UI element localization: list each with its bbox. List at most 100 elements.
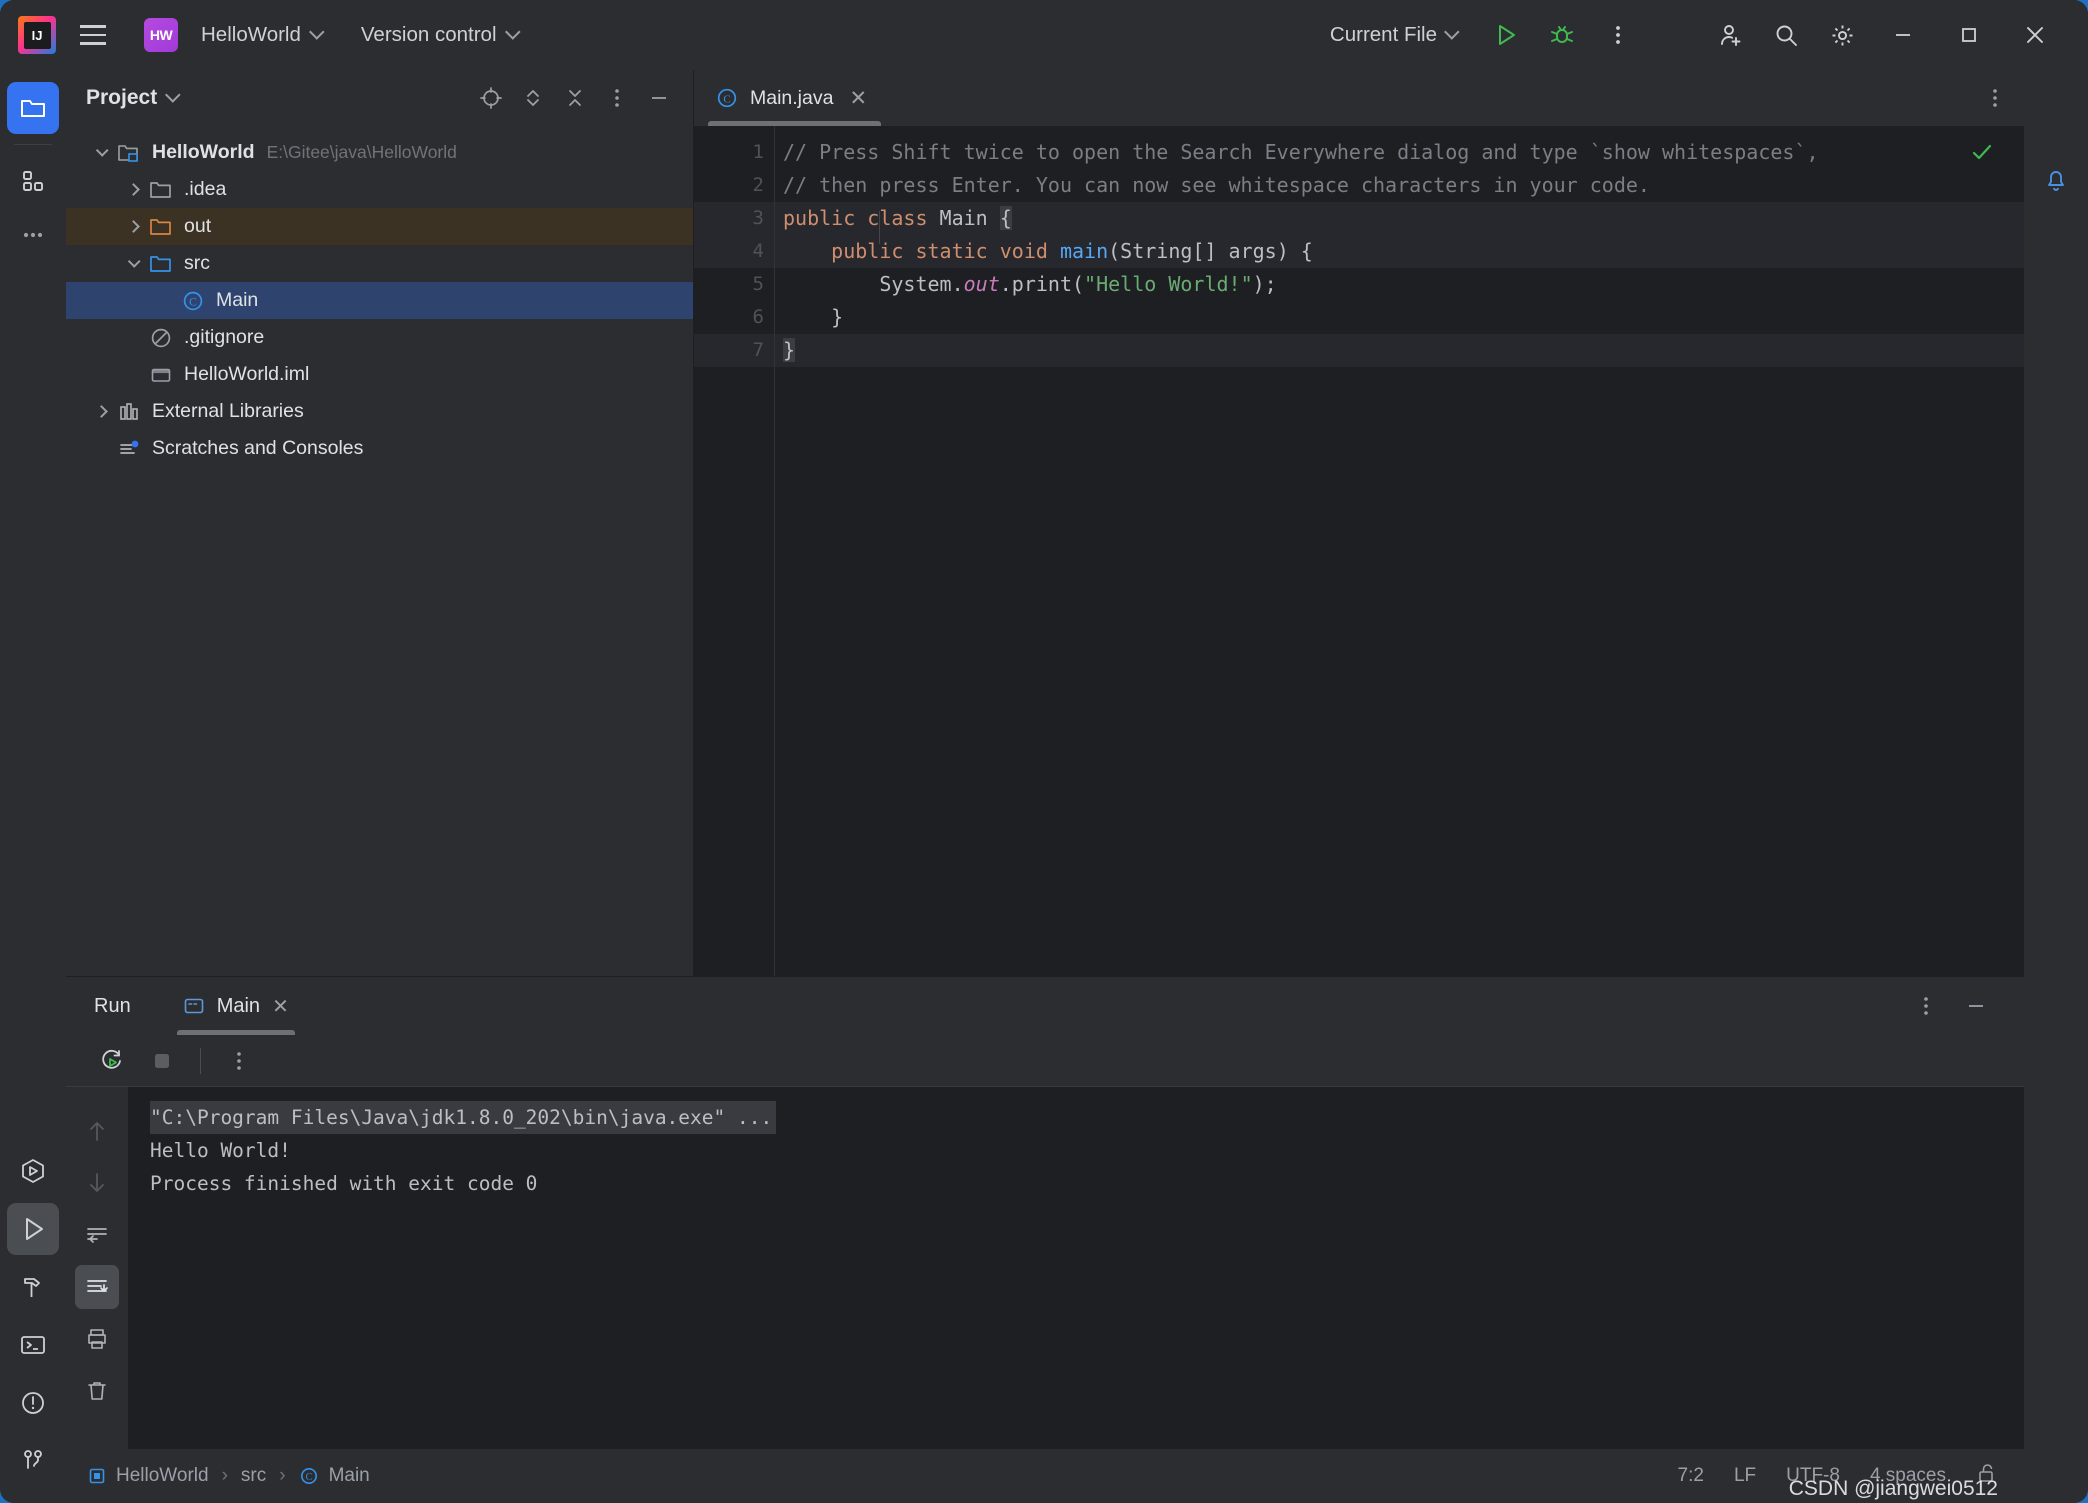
sidebar-item-build[interactable] <box>7 1261 59 1313</box>
breadcrumb-item-src[interactable]: src <box>241 1465 266 1487</box>
run-configuration-selector[interactable]: Current File <box>1318 17 1470 53</box>
page-title: Project <box>86 86 158 109</box>
code-token: .print( <box>999 272 1085 296</box>
project-options-button[interactable] <box>597 78 637 118</box>
chevron-right-icon[interactable] <box>120 183 146 196</box>
chevron-right-icon[interactable] <box>88 405 114 418</box>
run-button[interactable] <box>1480 12 1532 58</box>
gear-icon[interactable] <box>1816 12 1868 58</box>
editor-options-button[interactable] <box>1984 70 2024 126</box>
tab-main-java[interactable]: C Main.java ✕ <box>694 70 889 126</box>
console-output[interactable]: "C:\Program Files\Java\jdk1.8.0_202\bin\… <box>128 1087 2024 1449</box>
tree-item-src[interactable]: src <box>66 245 693 282</box>
add-user-icon[interactable] <box>1704 12 1756 58</box>
scroll-down-button[interactable] <box>75 1161 119 1205</box>
tree-item-external-libraries[interactable]: External Libraries <box>66 393 693 430</box>
breadcrumb-separator: › <box>221 1465 228 1486</box>
svg-text:C: C <box>723 94 730 106</box>
code-line[interactable]: System.out.print("Hello World!"); <box>775 268 2024 301</box>
run-more-options-button[interactable] <box>217 1039 261 1083</box>
tree-item-helloworld[interactable]: HelloWorld E:\Gitee\java\HelloWorld <box>66 134 693 171</box>
search-icon[interactable] <box>1760 12 1812 58</box>
sidebar-item-run[interactable] <box>7 1203 59 1255</box>
encoding[interactable]: UTF-8 <box>1786 1465 1840 1487</box>
soft-wrap-button[interactable] <box>75 1213 119 1257</box>
expand-collapse-button[interactable] <box>513 78 553 118</box>
unlocked-icon[interactable] <box>1976 1462 1998 1490</box>
code-line[interactable]: } <box>775 334 2024 367</box>
project-selector[interactable]: HW HelloWorld <box>132 11 335 59</box>
editor-gutter[interactable]: 1 2 3 4 5 6 7 <box>694 126 799 976</box>
gutter-line-number: 7 <box>694 334 774 367</box>
tree-item-gitignore[interactable]: .gitignore <box>66 319 693 356</box>
hide-project-panel-button[interactable] <box>639 78 679 118</box>
code-editor[interactable]: 1 2 3 4 5 6 7 // Press Shift twice to open the… <box>694 126 2024 976</box>
code-line[interactable]: public static void main(String[] args) { <box>775 235 2024 268</box>
sidebar-item-terminal[interactable] <box>7 1319 59 1371</box>
sidebar-item-problems[interactable] <box>7 1377 59 1429</box>
stop-button[interactable] <box>140 1039 184 1083</box>
rerun-button[interactable] <box>90 1039 134 1083</box>
code-token: out <box>963 272 1000 296</box>
code-token: } <box>783 305 844 329</box>
line-separator[interactable]: LF <box>1734 1465 1756 1487</box>
code-line[interactable]: } <box>775 301 2024 334</box>
bell-icon[interactable] <box>2030 154 2082 206</box>
console-side-toolbar <box>66 1087 128 1449</box>
minimize-icon[interactable] <box>1872 11 1934 59</box>
version-control-menu[interactable]: Version control <box>349 16 531 54</box>
breadcrumb-item-helloworld[interactable]: HelloWorld <box>88 1465 209 1487</box>
tree-item-scratches-and-consoles[interactable]: Scratches and Consoles <box>66 430 693 467</box>
sidebar-item-services[interactable] <box>7 1145 59 1197</box>
sidebar-item-structure[interactable] <box>7 155 59 207</box>
select-opened-file-button[interactable] <box>471 78 511 118</box>
tree-item-out[interactable]: out <box>66 208 693 245</box>
checkmark-ok-icon[interactable] <box>1970 140 1994 169</box>
run-panel-options-button[interactable] <box>1904 984 1948 1028</box>
run-panel-header-actions <box>1904 984 2024 1028</box>
breadcrumb-item-main[interactable]: C Main <box>299 1465 370 1487</box>
gutter-line-number: 6 <box>694 301 774 334</box>
debug-button[interactable] <box>1536 12 1588 58</box>
maximize-icon[interactable] <box>1938 11 2000 59</box>
sidebar-item-more[interactable] <box>7 209 59 261</box>
chevron-down-icon[interactable] <box>120 255 146 268</box>
tree-item-main[interactable]: C Main <box>66 282 693 319</box>
indent-setting[interactable]: 4 spaces <box>1870 1465 1946 1487</box>
editor-area: C Main.java ✕ 1234567 // Press Shift twi… <box>694 70 2024 976</box>
scroll-up-button[interactable] <box>75 1109 119 1153</box>
tab-label: Main.java <box>750 86 834 109</box>
code-token: // then press Enter. You can now see whi… <box>783 173 1650 197</box>
tree-item-label: out <box>184 215 212 237</box>
caret-position[interactable]: 7:2 <box>1678 1465 1704 1487</box>
code-line[interactable]: // Press Shift twice to open the Search … <box>775 136 2024 169</box>
close-icon[interactable] <box>2004 11 2066 59</box>
code-line[interactable]: // then press Enter. You can now see whi… <box>775 169 2024 202</box>
gitignore-icon <box>146 326 176 350</box>
line-number: 6 <box>752 306 764 328</box>
print-button[interactable] <box>75 1317 119 1361</box>
close-icon[interactable]: ✕ <box>272 994 289 1019</box>
sidebar-divider <box>14 144 52 145</box>
ide-window: IJ HW HelloWorld Version control Current… <box>0 0 2088 1503</box>
code-token: "Hello World!" <box>1084 272 1253 296</box>
hide-run-panel-button[interactable] <box>1954 984 1998 1028</box>
more-actions-button[interactable] <box>1592 12 1644 58</box>
clear-all-button[interactable] <box>75 1369 119 1413</box>
project-tree: HelloWorld E:\Gitee\java\HelloWorld .idea o… <box>66 126 693 976</box>
tree-item-helloworld-iml[interactable]: HelloWorld.iml <box>66 356 693 393</box>
hamburger-menu-icon[interactable] <box>70 12 116 58</box>
chevron-down-icon[interactable] <box>88 144 114 157</box>
chevron-down-icon[interactable] <box>165 86 181 103</box>
sidebar-item-version-control[interactable] <box>7 1435 59 1487</box>
tree-item-idea[interactable]: .idea <box>66 171 693 208</box>
sidebar-item-project[interactable] <box>7 82 59 134</box>
collapse-all-button[interactable] <box>555 78 595 118</box>
scroll-to-end-button[interactable] <box>75 1265 119 1309</box>
run-tab-main[interactable]: Main ✕ <box>169 977 303 1035</box>
java-class-icon: C <box>300 1468 317 1484</box>
close-icon[interactable]: ✕ <box>845 84 871 113</box>
editor-code-area[interactable]: // Press Shift twice to open the Search … <box>774 126 2024 976</box>
code-line[interactable]: public class Main { <box>775 202 2024 235</box>
chevron-right-icon[interactable] <box>120 220 146 233</box>
